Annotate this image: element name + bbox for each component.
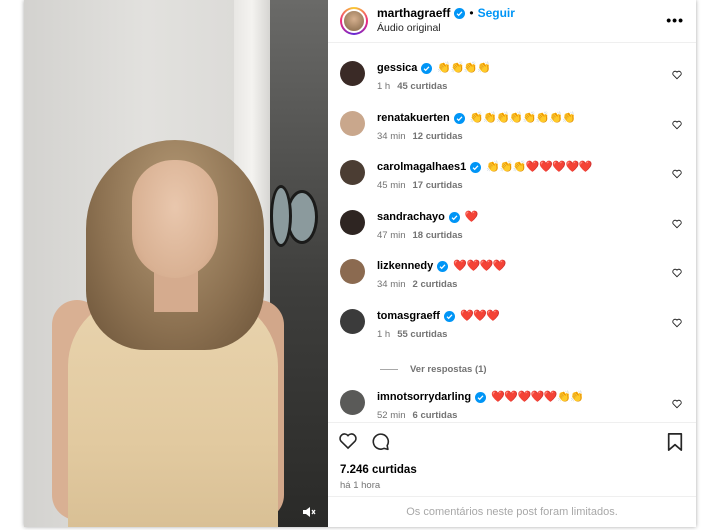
like-comment-heart-icon[interactable] [672,70,682,80]
comment-item: carolmagalhaes1 👏👏👏❤️❤️❤️❤️❤️ 45 min 17 c… [328,148,696,198]
likes-count[interactable]: 7.246 curtidas [328,463,696,478]
comment-likes[interactable]: 12 curtidas [413,131,463,142]
comment-likes[interactable]: 55 curtidas [397,329,447,340]
audio-label[interactable]: Áudio original [377,21,515,36]
comments-list[interactable]: gessica 👏👏👏👏 1 h 45 curtidas renatakuerte… [328,43,696,422]
comment-username[interactable]: renatakuerten [377,111,450,126]
comment-avatar[interactable] [340,110,365,136]
comment-time[interactable]: 47 min [377,230,406,241]
comment-username[interactable]: gessica [377,61,417,76]
comment-text: 👏👏👏👏👏👏👏👏 [469,111,576,124]
reel-video[interactable] [24,0,328,527]
comment-time[interactable]: 34 min [377,279,406,290]
verified-badge-icon [443,310,455,322]
like-comment-heart-icon[interactable] [672,318,682,328]
like-comment-heart-icon[interactable] [672,268,682,278]
comment-text: 👏👏👏👏 [437,62,491,74]
comments-limited-notice: Os comentários neste post foram limitado… [328,496,696,527]
comment-text: ❤️❤️❤️❤️ [453,260,507,272]
comment-avatar[interactable] [340,61,365,86]
comment-username[interactable]: tomasgraeff [377,309,440,324]
comment-time[interactable]: 34 min [377,131,406,142]
comment-avatar[interactable] [340,160,365,185]
like-heart-icon[interactable] [338,431,358,451]
like-comment-heart-icon[interactable] [672,120,682,130]
more-options-button[interactable]: ••• [666,12,684,28]
comment-username[interactable]: sandrachayo [377,210,445,225]
separator-dot: • [469,6,474,20]
comment-likes[interactable]: 6 curtidas [413,410,458,421]
comment-username[interactable]: carolmagalhaes1 [377,160,466,175]
comment-avatar[interactable] [340,308,365,334]
post-sidebar: marthagraeff • Seguir Áudio original •••… [328,0,696,527]
comment-item: renatakuerten 👏👏👏👏👏👏👏👏 34 min 12 curtidas [328,99,696,149]
comment-likes[interactable]: 18 curtidas [413,230,463,241]
comment-likes[interactable]: 2 curtidas [413,279,458,290]
comment-likes[interactable]: 45 curtidas [397,81,447,92]
like-comment-heart-icon[interactable] [672,219,682,229]
verified-badge-icon [470,162,482,173]
comment-likes[interactable]: 17 curtidas [413,180,463,191]
verified-badge-icon [421,63,433,74]
verified-badge-icon [453,112,465,124]
post-dialog: marthagraeff • Seguir Áudio original •••… [24,0,696,527]
like-comment-heart-icon[interactable] [672,399,682,409]
verified-badge-icon [437,261,449,272]
background-mirror-small [270,185,292,247]
comment-item: imnotsorrydarling ❤️❤️❤️❤️❤️👏👏 52 min 6 c… [328,378,696,422]
comment-avatar[interactable] [340,259,365,284]
comment-username[interactable]: imnotsorrydarling [377,390,471,405]
comment-time[interactable]: 52 min [377,410,406,421]
verified-badge-icon [454,8,466,19]
author-username[interactable]: marthagraeff [377,6,450,21]
comment-text: 👏👏👏❤️❤️❤️❤️❤️ [486,161,592,173]
verified-badge-icon [475,392,487,403]
comment-item: gessica 👏👏👏👏 1 h 45 curtidas [328,49,696,99]
comment-time[interactable]: 1 h [377,329,390,340]
verified-badge-icon [448,211,460,223]
comment-item: sandrachayo ❤️ 47 min 18 curtidas [328,198,696,248]
muted-speaker-icon[interactable] [302,505,316,519]
comment-item: lizkennedy ❤️❤️❤️❤️ 34 min 2 curtidas [328,247,696,297]
post-timestamp[interactable]: há 1 hora [328,480,696,491]
follow-button[interactable]: Seguir [478,6,515,21]
bookmark-icon[interactable] [666,432,684,452]
comment-time[interactable]: 1 h [377,81,390,92]
comment-item: tomasgraeff ❤️❤️❤️ 1 h 55 curtidas [328,297,696,347]
comment-text: ❤️ [464,210,479,223]
comment-time[interactable]: 45 min [377,180,406,191]
view-replies-label[interactable]: Ver respostas (1) [410,364,487,375]
like-comment-heart-icon[interactable] [672,169,682,179]
avatar[interactable] [340,7,368,35]
comment-text: ❤️❤️❤️❤️❤️👏👏 [491,391,584,403]
post-actions-bar [328,422,696,459]
view-replies-button[interactable]: Ver respostas (1) [328,346,696,378]
comment-text: ❤️❤️❤️ [459,309,500,322]
post-header: marthagraeff • Seguir Áudio original ••• [328,0,696,43]
comment-username[interactable]: lizkennedy [377,259,433,274]
replies-divider-line [380,368,398,370]
comment-avatar[interactable] [340,390,365,415]
comment-avatar[interactable] [340,209,365,235]
person-face [132,160,218,278]
comment-bubble-icon[interactable] [370,431,390,451]
